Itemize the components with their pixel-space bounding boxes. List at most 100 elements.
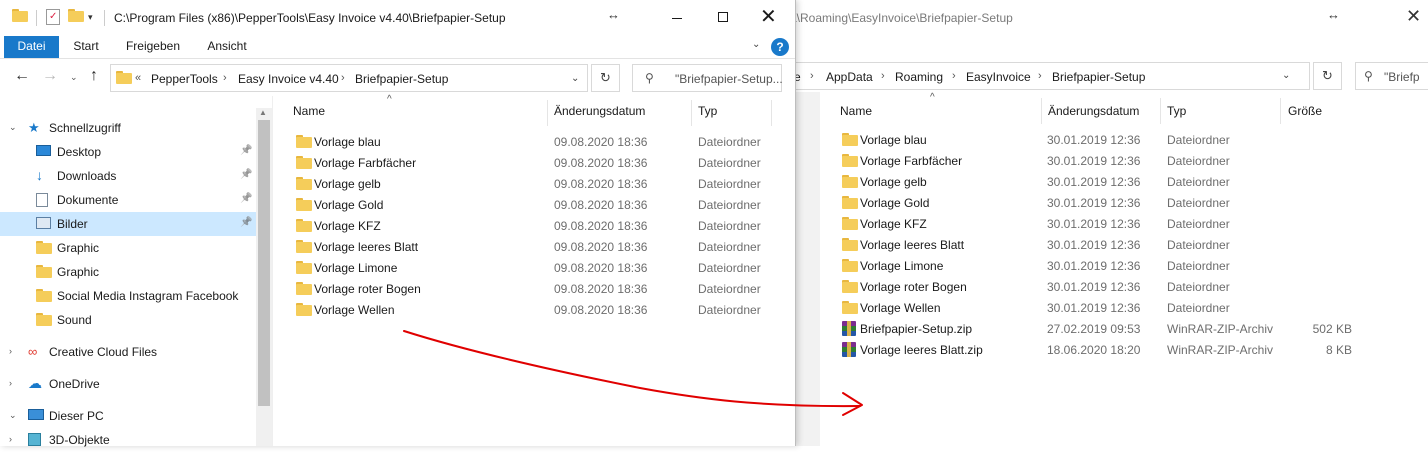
help-icon[interactable]: ? xyxy=(771,38,789,56)
column-divider[interactable] xyxy=(1160,98,1161,124)
file-row[interactable]: Vorlage blau 09.08.2020 18:36 Dateiordner xyxy=(292,131,772,152)
search-input[interactable]: ⚲ "Briefpapier-Setup... xyxy=(632,64,783,92)
chevron-down-icon[interactable]: ⌄ xyxy=(571,73,579,84)
column-header-date[interactable]: Änderungsdatum xyxy=(1048,104,1139,118)
breadcrumb-item[interactable]: Briefpapier-Setup xyxy=(355,72,448,86)
file-row[interactable]: Vorlage KFZ 09.08.2020 18:36 Dateiordner xyxy=(292,215,772,236)
sidebar-item[interactable]: ↓ Downloads 📌 xyxy=(0,164,256,188)
scroll-up-icon[interactable]: ▲ xyxy=(259,108,267,117)
breadcrumb-item[interactable]: AppData xyxy=(826,70,873,84)
file-date: 09.08.2020 18:36 xyxy=(554,303,648,317)
file-row[interactable]: Vorlage roter Bogen 09.08.2020 18:36 Datei… xyxy=(292,278,772,299)
chevron-right-icon[interactable]: › xyxy=(9,434,12,444)
file-row[interactable]: Vorlage Limone 30.01.2019 12:36 Dateiordne… xyxy=(840,255,1360,276)
column-header-type[interactable]: Typ xyxy=(1167,104,1186,118)
file-row[interactable]: Vorlage gelb 30.01.2019 12:36 Dateiordner xyxy=(840,171,1360,192)
sidebar-item[interactable]: ⌄ ★ Schnellzugriff xyxy=(0,116,256,140)
sidebar-item[interactable]: Social Media Instagram Facebook xyxy=(0,284,256,308)
folder-icon xyxy=(12,9,28,25)
tab-ansicht[interactable]: Ansicht xyxy=(196,36,258,58)
tab-datei[interactable]: Datei xyxy=(4,36,59,58)
file-row[interactable]: Vorlage Limone 09.08.2020 18:36 Dateiordne… xyxy=(292,257,772,278)
sidebar-item[interactable]: Bilder 📌 xyxy=(0,212,256,236)
properties-icon[interactable]: ✓ xyxy=(46,9,60,25)
breadcrumb-item[interactable]: Easy Invoice v4.40 xyxy=(238,72,339,86)
column-header-name[interactable]: Name xyxy=(840,104,872,118)
sidebar-item[interactable]: › ☁ OneDrive xyxy=(0,372,256,396)
file-row[interactable]: Vorlage roter Bogen 30.01.2019 12:36 Datei… xyxy=(840,276,1360,297)
file-row[interactable]: Briefpapier-Setup.zip 27.02.2019 09:53 Win… xyxy=(840,318,1360,339)
file-row[interactable]: Vorlage KFZ 30.01.2019 12:36 Dateiordner xyxy=(840,213,1360,234)
navigation-scrollbar[interactable]: ▲ xyxy=(256,108,272,446)
column-header-size[interactable]: Größe xyxy=(1288,104,1322,118)
file-row[interactable]: Vorlage Gold 09.08.2020 18:36 Dateiordner xyxy=(292,194,772,215)
address-overflow-icon[interactable]: « xyxy=(135,72,141,84)
maximize-button[interactable] xyxy=(700,0,746,36)
breadcrumb-item[interactable]: EasyInvoice xyxy=(966,70,1031,84)
sidebar-item[interactable]: Sound xyxy=(0,308,256,332)
pin-icon[interactable]: 📌 xyxy=(240,217,252,228)
chevron-right-icon[interactable]: › xyxy=(9,346,12,356)
column-divider[interactable] xyxy=(691,100,692,126)
file-row[interactable]: Vorlage leeres Blatt.zip 18.06.2020 18:20… xyxy=(840,339,1360,360)
sidebar-item[interactable]: ⌄ Dieser PC xyxy=(0,404,256,428)
breadcrumb-item[interactable]: Briefpapier-Setup xyxy=(1052,70,1145,84)
folder-icon xyxy=(296,282,312,298)
sidebar-item-label: OneDrive xyxy=(49,377,100,391)
up-arrow-icon[interactable]: ↑ xyxy=(90,67,98,85)
file-row[interactable]: Vorlage leeres Blatt 30.01.2019 12:36 Date… xyxy=(840,234,1360,255)
column-header-name[interactable]: Name xyxy=(293,104,325,118)
folder-icon xyxy=(296,156,312,172)
tab-start[interactable]: Start xyxy=(62,36,110,58)
breadcrumb-item[interactable]: Roaming xyxy=(895,70,943,84)
file-row[interactable]: Vorlage Farbfächer 09.08.2020 18:36 Dateio… xyxy=(292,152,772,173)
chevron-right-icon[interactable]: › xyxy=(9,378,12,388)
background-address-bar[interactable]: re › AppData › Roaming › EasyInvoice › B… xyxy=(790,62,1310,90)
tab-freigeben[interactable]: Freigeben xyxy=(116,36,190,58)
refresh-button[interactable]: ↻ xyxy=(591,64,620,92)
pin-icon[interactable]: 📌 xyxy=(240,145,252,156)
file-row[interactable]: Vorlage Wellen 09.08.2020 18:36 Dateiordne… xyxy=(292,299,772,320)
recent-locations-icon[interactable]: ⌄ xyxy=(70,72,78,83)
pin-icon[interactable]: 📌 xyxy=(240,193,252,204)
new-folder-icon[interactable] xyxy=(68,9,84,25)
column-divider[interactable] xyxy=(771,100,772,126)
column-divider[interactable] xyxy=(1280,98,1281,124)
sidebar-item[interactable]: › 3D-Objekte xyxy=(0,428,256,452)
sidebar-item[interactable]: Dokumente 📌 xyxy=(0,188,256,212)
column-header-date[interactable]: Änderungsdatum xyxy=(554,104,645,118)
column-divider[interactable] xyxy=(1041,98,1042,124)
address-bar[interactable]: « PepperTools › Easy Invoice v4.40 › Bri… xyxy=(110,64,588,92)
column-divider[interactable] xyxy=(547,100,548,126)
column-header-type[interactable]: Typ xyxy=(698,104,717,118)
close-icon[interactable]: ✕ xyxy=(1406,6,1421,27)
folder-icon xyxy=(842,280,858,296)
close-button[interactable]: ✕ xyxy=(746,0,792,36)
file-row[interactable]: Vorlage leeres Blatt 09.08.2020 18:36 Date… xyxy=(292,236,772,257)
sidebar-item[interactable]: Desktop 📌 xyxy=(0,140,256,164)
background-search-input[interactable]: ⚲ "Briefp xyxy=(1355,62,1428,90)
breadcrumb-item[interactable]: PepperTools xyxy=(151,72,218,86)
scrollbar-thumb[interactable] xyxy=(258,120,270,406)
folder-icon xyxy=(842,301,858,317)
pin-icon[interactable]: 📌 xyxy=(240,169,252,180)
this-pc-icon xyxy=(28,409,44,423)
refresh-button[interactable]: ↻ xyxy=(1313,62,1342,90)
chevron-down-icon[interactable]: ⌄ xyxy=(9,122,17,133)
forward-arrow-icon[interactable]: → xyxy=(42,67,58,85)
back-arrow-icon[interactable]: ← xyxy=(14,67,30,85)
chevron-down-icon[interactable]: ⌄ xyxy=(1282,70,1290,81)
file-row[interactable]: Vorlage Wellen 30.01.2019 12:36 Dateiordne… xyxy=(840,297,1360,318)
explorer-window: ✓ ▾ C:\Program Files (x86)\PepperTools\E… xyxy=(0,0,796,447)
chevron-down-icon[interactable]: ⌄ xyxy=(752,39,760,50)
sidebar-item[interactable]: Graphic xyxy=(0,236,256,260)
sidebar-item[interactable]: Graphic xyxy=(0,260,256,284)
customize-quick-access-icon[interactable]: ▾ xyxy=(88,12,93,23)
sidebar-item[interactable]: › ∞ Creative Cloud Files xyxy=(0,340,256,364)
file-row[interactable]: Vorlage Farbfächer 30.01.2019 12:36 Dateio… xyxy=(840,150,1360,171)
file-row[interactable]: Vorlage gelb 09.08.2020 18:36 Dateiordner xyxy=(292,173,772,194)
file-row[interactable]: Vorlage Gold 30.01.2019 12:36 Dateiordner xyxy=(840,192,1360,213)
minimize-button[interactable] xyxy=(654,0,700,36)
chevron-down-icon[interactable]: ⌄ xyxy=(9,410,17,421)
file-row[interactable]: Vorlage blau 30.01.2019 12:36 Dateiordner xyxy=(840,129,1360,150)
